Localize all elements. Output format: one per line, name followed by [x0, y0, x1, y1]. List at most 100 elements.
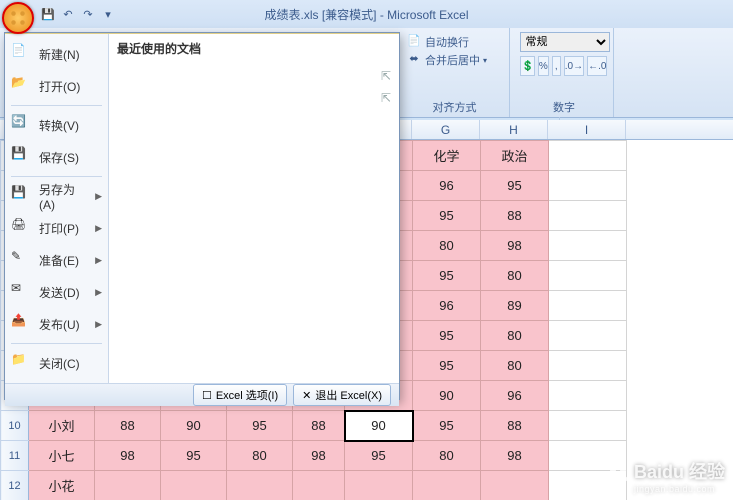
- cell[interactable]: [549, 411, 627, 441]
- submenu-arrow-icon: ▶: [95, 319, 102, 330]
- cell[interactable]: 95: [227, 411, 293, 441]
- cell[interactable]: [95, 471, 161, 500]
- merge-center-button[interactable]: ⬌合并后居中▾: [406, 52, 503, 68]
- cell[interactable]: [345, 471, 413, 500]
- watermark: Baidu 经验 jingyan.baidu.com: [606, 458, 725, 494]
- prepare-icon: ✎: [11, 249, 33, 271]
- cell[interactable]: [549, 351, 627, 381]
- cell[interactable]: 96: [481, 381, 549, 411]
- recent-doc-item[interactable]: ⇱: [117, 87, 391, 109]
- cell[interactable]: [549, 321, 627, 351]
- cell[interactable]: [549, 261, 627, 291]
- cell[interactable]: [549, 171, 627, 201]
- cell[interactable]: 90: [161, 411, 227, 441]
- group-label-number: 数字: [514, 99, 613, 115]
- menu-item-convert[interactable]: 🔄转换(V): [5, 109, 108, 141]
- menu-item-close[interactable]: 📁关闭(C): [5, 347, 108, 379]
- cell[interactable]: 80: [481, 261, 549, 291]
- cell[interactable]: 小七: [29, 441, 95, 471]
- cell[interactable]: 80: [227, 441, 293, 471]
- cell[interactable]: [549, 381, 627, 411]
- cell[interactable]: 88: [481, 411, 549, 441]
- cell[interactable]: 95: [413, 261, 481, 291]
- menu-item-save[interactable]: 💾保存(S): [5, 141, 108, 173]
- cell[interactable]: 98: [481, 231, 549, 261]
- increase-decimal-icon[interactable]: .0→: [564, 56, 584, 76]
- cell[interactable]: [481, 471, 549, 500]
- cell[interactable]: [549, 201, 627, 231]
- recent-doc-item[interactable]: ⇱: [117, 65, 391, 87]
- menu-item-label: 保存(S): [39, 149, 79, 166]
- menu-item-label: 发布(U): [39, 316, 80, 333]
- cell[interactable]: [549, 291, 627, 321]
- menu-item-open[interactable]: 📂打开(O): [5, 70, 108, 102]
- cell[interactable]: 80: [481, 351, 549, 381]
- cell[interactable]: 80: [413, 231, 481, 261]
- pin-icon[interactable]: ⇱: [381, 69, 391, 83]
- cell[interactable]: 90: [413, 381, 481, 411]
- cell[interactable]: 80: [481, 321, 549, 351]
- menu-item-label: 转换(V): [39, 117, 79, 134]
- cell[interactable]: 95: [413, 411, 481, 441]
- cell[interactable]: 96: [413, 171, 481, 201]
- menu-item-label: 新建(N): [39, 46, 80, 63]
- submenu-arrow-icon: ▶: [95, 191, 102, 202]
- cell[interactable]: 98: [95, 441, 161, 471]
- cell[interactable]: 90: [345, 411, 413, 441]
- cell[interactable]: [293, 471, 345, 500]
- cell[interactable]: 95: [345, 441, 413, 471]
- cell[interactable]: 80: [413, 441, 481, 471]
- cell[interactable]: 小刘: [29, 411, 95, 441]
- cell[interactable]: 小花: [29, 471, 95, 500]
- menu-item-saveas[interactable]: 💾另存为(A)▶: [5, 180, 108, 212]
- cell[interactable]: 98: [481, 441, 549, 471]
- cell[interactable]: 96: [413, 291, 481, 321]
- number-format-combo[interactable]: 常规: [520, 32, 610, 52]
- menu-item-label: 另存为(A): [39, 181, 89, 212]
- cell[interactable]: 88: [95, 411, 161, 441]
- menu-item-label: 关闭(C): [39, 355, 80, 372]
- menu-item-send[interactable]: ✉发送(D)▶: [5, 276, 108, 308]
- menu-item-print[interactable]: 🖨打印(P)▶: [5, 212, 108, 244]
- percent-icon[interactable]: %: [538, 56, 549, 76]
- cell[interactable]: [227, 471, 293, 500]
- cell[interactable]: 化学: [413, 141, 481, 171]
- window-title: 成绩表.xls [兼容模式] - Microsoft Excel: [0, 6, 733, 23]
- pin-icon[interactable]: ⇱: [381, 91, 391, 105]
- cell[interactable]: [413, 471, 481, 500]
- menu-item-label: 打开(O): [39, 78, 80, 95]
- exit-excel-button[interactable]: ✕退出 Excel(X): [293, 384, 391, 406]
- office-button[interactable]: [2, 2, 34, 34]
- menu-item-prepare[interactable]: ✎准备(E)▶: [5, 244, 108, 276]
- cell[interactable]: 88: [293, 411, 345, 441]
- row-header[interactable]: 12: [1, 471, 29, 500]
- menu-item-publish[interactable]: 📤发布(U)▶: [5, 308, 108, 340]
- cell[interactable]: 95: [413, 351, 481, 381]
- cell[interactable]: 政治: [481, 141, 549, 171]
- excel-options-button[interactable]: ☐Excel 选项(I): [193, 384, 287, 406]
- row-header[interactable]: 10: [1, 411, 29, 441]
- submenu-arrow-icon: ▶: [95, 287, 102, 298]
- cell[interactable]: 95: [413, 201, 481, 231]
- cell[interactable]: [549, 141, 627, 171]
- cell[interactable]: 95: [413, 321, 481, 351]
- watermark-brand: Baidu 经验: [634, 462, 725, 482]
- menu-item-new[interactable]: 📄新建(N): [5, 38, 108, 70]
- cell[interactable]: [161, 471, 227, 500]
- cell[interactable]: 98: [293, 441, 345, 471]
- column-header[interactable]: H: [480, 120, 548, 139]
- currency-icon[interactable]: 💲: [520, 56, 534, 76]
- cell[interactable]: 88: [481, 201, 549, 231]
- column-header[interactable]: G: [412, 120, 480, 139]
- cell[interactable]: 89: [481, 291, 549, 321]
- cell[interactable]: 95: [481, 171, 549, 201]
- watermark-url: jingyan.baidu.com: [634, 484, 725, 494]
- comma-icon[interactable]: ,: [552, 56, 561, 76]
- wrap-text-button[interactable]: 📄自动换行: [406, 34, 503, 50]
- submenu-arrow-icon: ▶: [95, 223, 102, 234]
- decrease-decimal-icon[interactable]: ←.0: [587, 56, 607, 76]
- column-header[interactable]: I: [548, 120, 626, 139]
- cell[interactable]: 95: [161, 441, 227, 471]
- row-header[interactable]: 11: [1, 441, 29, 471]
- cell[interactable]: [549, 231, 627, 261]
